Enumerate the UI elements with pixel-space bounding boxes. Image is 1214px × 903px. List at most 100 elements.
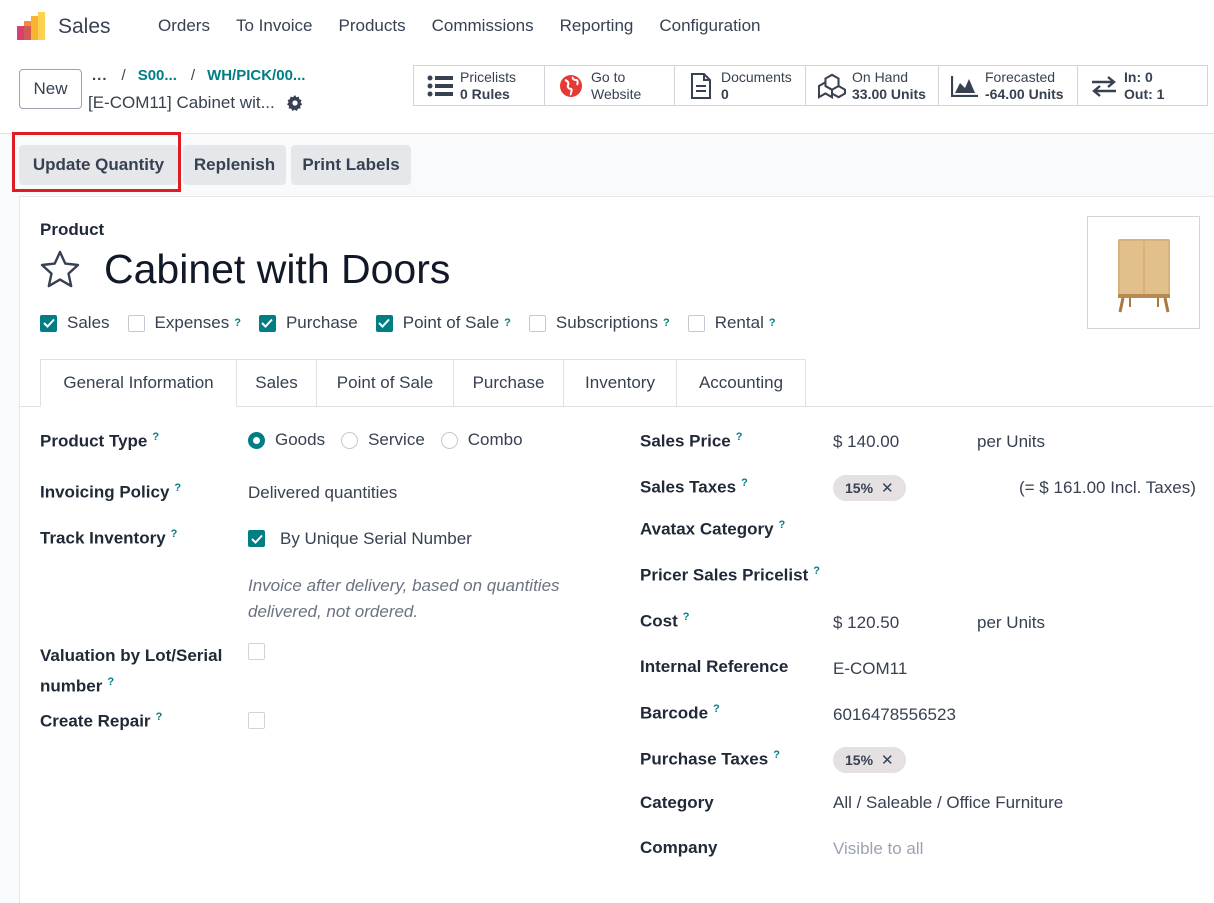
purchase-tax-tag[interactable]: 15% ✕ <box>833 747 906 773</box>
breadcrumb-sale-order[interactable]: S00... <box>138 67 177 84</box>
radio-label: Goods <box>275 430 326 449</box>
highlight-box <box>12 132 181 192</box>
checkbox-expenses[interactable]: Expenses? <box>127 313 241 333</box>
checked-box-icon[interactable] <box>375 314 393 332</box>
checked-box-icon[interactable] <box>258 314 276 332</box>
radio-goods[interactable]: Goods <box>248 430 325 450</box>
checkbox-sales[interactable]: Sales <box>40 313 110 333</box>
star-icon[interactable] <box>40 250 80 288</box>
go-to-website-smart-button[interactable]: Go to Website <box>545 66 675 105</box>
documents-smart-button[interactable]: Documents 0 <box>675 66 806 105</box>
pricelists-smart-button[interactable]: Pricelists 0 Rules <box>414 66 545 105</box>
radio-empty-icon[interactable] <box>341 431 359 449</box>
print-labels-button[interactable]: Print Labels <box>291 145 411 185</box>
cost-label: Cost? <box>640 611 690 631</box>
smart-value: -64.00 Units <box>985 85 1064 102</box>
help-icon[interactable]: ? <box>683 611 690 623</box>
sales-app-icon[interactable] <box>16 12 46 42</box>
tab-accounting[interactable]: Accounting <box>677 359 806 407</box>
help-icon[interactable]: ? <box>741 477 748 489</box>
breadcrumb-separator: / <box>190 67 196 84</box>
help-icon[interactable]: ? <box>504 317 511 329</box>
smart-buttons: Pricelists 0 Rules Go to Website Documents… <box>413 65 1208 106</box>
product-image[interactable] <box>1087 216 1200 329</box>
replenish-button[interactable]: Replenish <box>183 145 286 185</box>
cost-input[interactable]: $ 120.50 <box>833 613 899 633</box>
help-icon[interactable]: ? <box>174 482 181 494</box>
help-icon[interactable]: ? <box>769 317 776 329</box>
radio-selected-icon[interactable] <box>248 431 265 449</box>
help-icon[interactable]: ? <box>152 431 159 443</box>
pricer-pricelist-label: Pricer Sales Pricelist? <box>640 565 820 585</box>
checkbox-label: Purchase <box>285 313 358 332</box>
gear-icon[interactable] <box>286 95 303 111</box>
radio-label: Combo <box>467 430 523 449</box>
help-icon[interactable]: ? <box>171 528 178 540</box>
breadcrumb-picking[interactable]: WH/PICK/00... <box>207 67 305 84</box>
sales-price-input[interactable]: $ 140.00 <box>833 432 899 452</box>
company-select[interactable]: Visible to all <box>833 839 923 859</box>
menu-configuration[interactable]: Configuration <box>659 16 760 36</box>
category-select[interactable]: All / Saleable / Office Furniture <box>833 793 1063 813</box>
help-icon[interactable]: ? <box>107 676 114 688</box>
unchecked-box-icon[interactable] <box>687 314 705 332</box>
radio-combo[interactable]: Combo <box>440 430 523 450</box>
invoicing-policy-select[interactable]: Delivered quantities <box>248 483 397 503</box>
tab-point-of-sale[interactable]: Point of Sale <box>317 359 454 407</box>
forecasted-smart-button[interactable]: Forecasted -64.00 Units <box>939 66 1078 105</box>
menu-products[interactable]: Products <box>339 16 406 36</box>
help-icon[interactable]: ? <box>663 317 670 329</box>
menu-commissions[interactable]: Commissions <box>432 16 534 36</box>
radio-empty-icon[interactable] <box>440 431 458 449</box>
new-button[interactable]: New <box>19 69 82 109</box>
close-icon[interactable]: ✕ <box>881 751 894 769</box>
barcode-input[interactable]: 6016478556523 <box>833 705 956 725</box>
breadcrumb: ... / S00... / WH/PICK/00... <box>92 67 319 84</box>
valuation-label: Valuation by Lot/Serial number? <box>40 646 223 696</box>
tracking-select[interactable]: By Unique Serial Number <box>280 529 472 549</box>
close-icon[interactable]: ✕ <box>881 479 894 497</box>
help-icon[interactable]: ? <box>234 317 241 329</box>
checkbox-point-of-sale[interactable]: Point of Sale? <box>375 313 511 333</box>
product-name[interactable]: Cabinet with Doors <box>104 246 450 293</box>
category-label: Category <box>640 793 714 812</box>
checkbox-subscriptions[interactable]: Subscriptions? <box>528 313 670 333</box>
checkbox-label: Rental <box>714 313 764 332</box>
help-icon[interactable]: ? <box>736 431 743 443</box>
tab-sales[interactable]: Sales <box>237 359 317 407</box>
sales-taxes-incl: (= $ 161.00 Incl. Taxes) <box>1019 478 1196 497</box>
help-icon[interactable]: ? <box>773 749 780 761</box>
smart-label: Documents <box>721 68 792 85</box>
on-hand-smart-button[interactable]: On Hand 33.00 Units <box>806 66 939 105</box>
menu-to-invoice[interactable]: To Invoice <box>236 16 313 36</box>
tab-inventory[interactable]: Inventory <box>564 359 677 407</box>
checkbox-rental[interactable]: Rental? <box>687 313 776 333</box>
unchecked-box-icon[interactable] <box>127 314 145 332</box>
tab-general-information[interactable]: General Information <box>40 359 237 407</box>
radio-service[interactable]: Service <box>341 430 425 450</box>
valuation-checkbox[interactable] <box>248 643 265 660</box>
globe-icon <box>557 73 585 99</box>
sales-tax-tag[interactable]: 15% ✕ <box>833 475 906 501</box>
unchecked-box-icon[interactable] <box>528 314 546 332</box>
tab-purchase[interactable]: Purchase <box>454 359 564 407</box>
create-repair-checkbox[interactable] <box>248 712 265 729</box>
help-icon[interactable]: ? <box>713 703 720 715</box>
product-type-radio-group: Goods Service Combo <box>248 430 539 450</box>
track-inventory-checkbox[interactable] <box>248 530 265 547</box>
app-name[interactable]: Sales <box>58 15 111 39</box>
breadcrumb-separator: / <box>121 67 126 84</box>
internal-reference-input[interactable]: E-COM11 <box>833 659 907 679</box>
breadcrumb-more-button[interactable]: ... <box>92 67 108 84</box>
help-icon[interactable]: ? <box>813 565 820 577</box>
menu-reporting[interactable]: Reporting <box>560 16 634 36</box>
checkbox-purchase[interactable]: Purchase <box>258 313 358 333</box>
create-repair-label: Create Repair? <box>40 711 163 731</box>
smart-label: In: 0 <box>1124 68 1153 85</box>
help-icon[interactable]: ? <box>156 711 163 723</box>
menu-orders[interactable]: Orders <box>158 16 210 36</box>
checked-box-icon[interactable] <box>40 314 57 332</box>
smart-label: On Hand <box>852 68 909 85</box>
in-out-smart-button[interactable]: In: 0 Out: 1 <box>1078 66 1208 105</box>
help-icon[interactable]: ? <box>779 519 786 531</box>
